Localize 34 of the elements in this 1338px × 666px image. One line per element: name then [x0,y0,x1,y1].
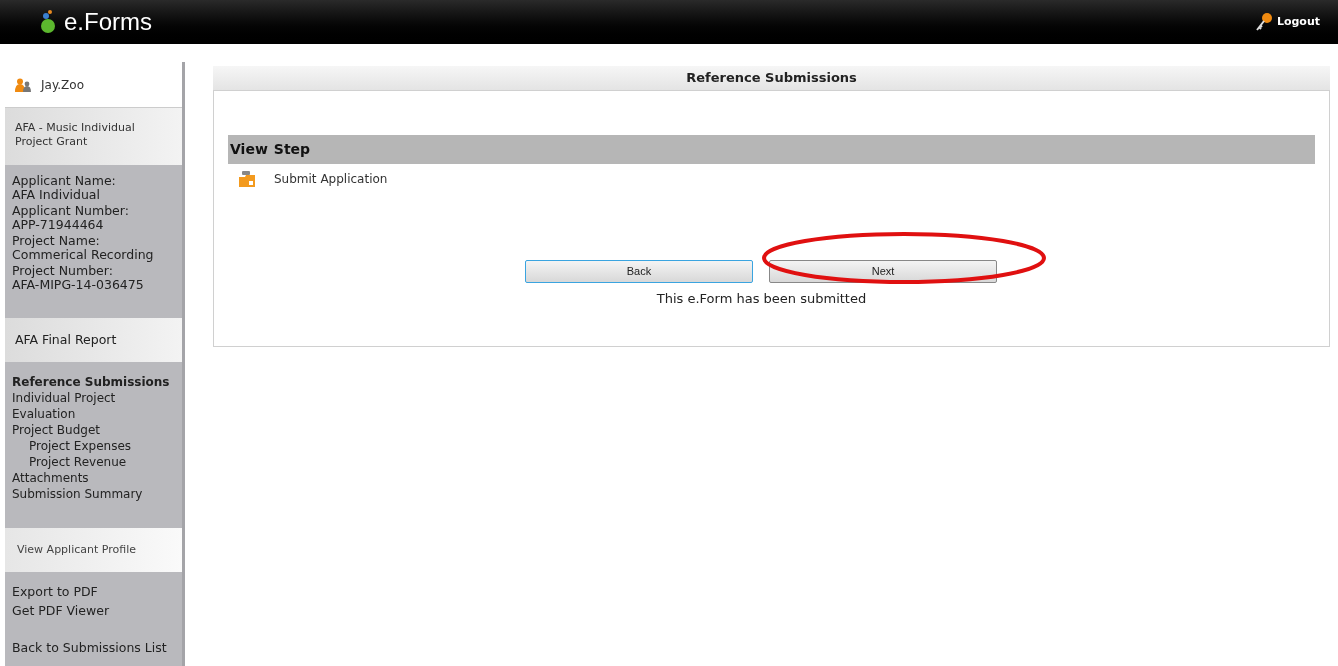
profile-link[interactable]: View Applicant Profile [5,528,182,572]
info-value: AFA-MIPG-14-036475 [12,278,145,292]
column-header: Step [273,140,311,159]
program-name: AFA - Music Individual Project Grant [5,108,182,165]
info-label: Project Name: [12,234,101,248]
nav-link[interactable]: Reference Submissions [12,374,175,390]
sidebar-link[interactable]: Get PDF Viewer [12,601,175,620]
folder-lock-icon[interactable] [238,170,256,188]
info-value: AFA Individual [12,188,101,202]
info-label: Project Number: [12,264,114,278]
page-heading: Reference Submissions [213,66,1330,90]
column-header: View [230,140,268,159]
user-name: Jay.Zoo [41,76,84,94]
back-to-list-link[interactable]: Back to Submissions List [12,638,175,657]
info-value: APP-71944464 [12,218,105,232]
info-value: Commerical Recording [12,248,155,262]
step-name: Submit Application [274,171,388,188]
back-button[interactable]: Back [525,260,753,283]
info-label: Applicant Number: [12,204,130,218]
nav-link[interactable]: Attachments [12,470,175,486]
logo-text: e.Forms [64,7,152,37]
form-name: AFA Final Report [5,318,182,362]
user-icon [13,77,33,92]
nav-link[interactable]: Submission Summary [12,486,175,502]
status-message: This e.Form has been submitted [655,290,868,308]
logout-link[interactable]: Logout [1254,12,1320,32]
nav-link[interactable]: Project Expenses [12,438,175,454]
logo-icon [40,8,56,36]
info-label: Applicant Name: [12,174,117,188]
nav-link[interactable]: Individual Project Evaluation [12,390,175,422]
sidebar-link[interactable]: Export to PDF [12,582,175,601]
nav-link[interactable]: Project Revenue [12,454,175,470]
nav-link[interactable]: Project Budget [12,422,175,438]
key-icon [1254,12,1273,32]
